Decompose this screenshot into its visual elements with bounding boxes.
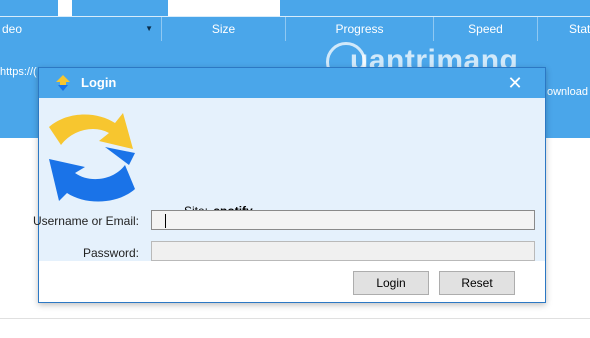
login-button[interactable]: Login bbox=[353, 271, 429, 295]
row-status: ownload bbox=[547, 86, 588, 98]
password-label: Password: bbox=[82, 246, 139, 260]
close-button[interactable]: ✕ bbox=[505, 68, 525, 98]
dialog-banner: Site: spotify bbox=[39, 98, 545, 261]
dialog-titlebar[interactable]: Login ✕ bbox=[39, 68, 545, 98]
dialog-title: Login bbox=[81, 75, 117, 90]
divider bbox=[0, 318, 590, 319]
app-toolbar-strip bbox=[0, 0, 590, 16]
login-dialog: Login ✕ Site: spotify Username or Email:… bbox=[33, 67, 546, 303]
sort-arrow-icon: ▼ bbox=[145, 24, 153, 33]
username-label: Username or Email: bbox=[32, 214, 139, 228]
toolbar-tab[interactable] bbox=[168, 0, 280, 16]
reset-button[interactable]: Reset bbox=[439, 271, 515, 295]
text-cursor bbox=[165, 214, 166, 228]
row-url[interactable]: https://( bbox=[0, 66, 37, 78]
column-header-size[interactable]: Size bbox=[162, 17, 286, 41]
sync-arrows-logo-icon bbox=[49, 113, 135, 202]
download-arrow-icon bbox=[56, 75, 70, 91]
username-field[interactable] bbox=[151, 210, 535, 230]
column-header-video[interactable]: deo ▼ bbox=[0, 17, 162, 41]
password-field[interactable] bbox=[151, 241, 535, 261]
toolbar-tab[interactable] bbox=[58, 0, 72, 16]
